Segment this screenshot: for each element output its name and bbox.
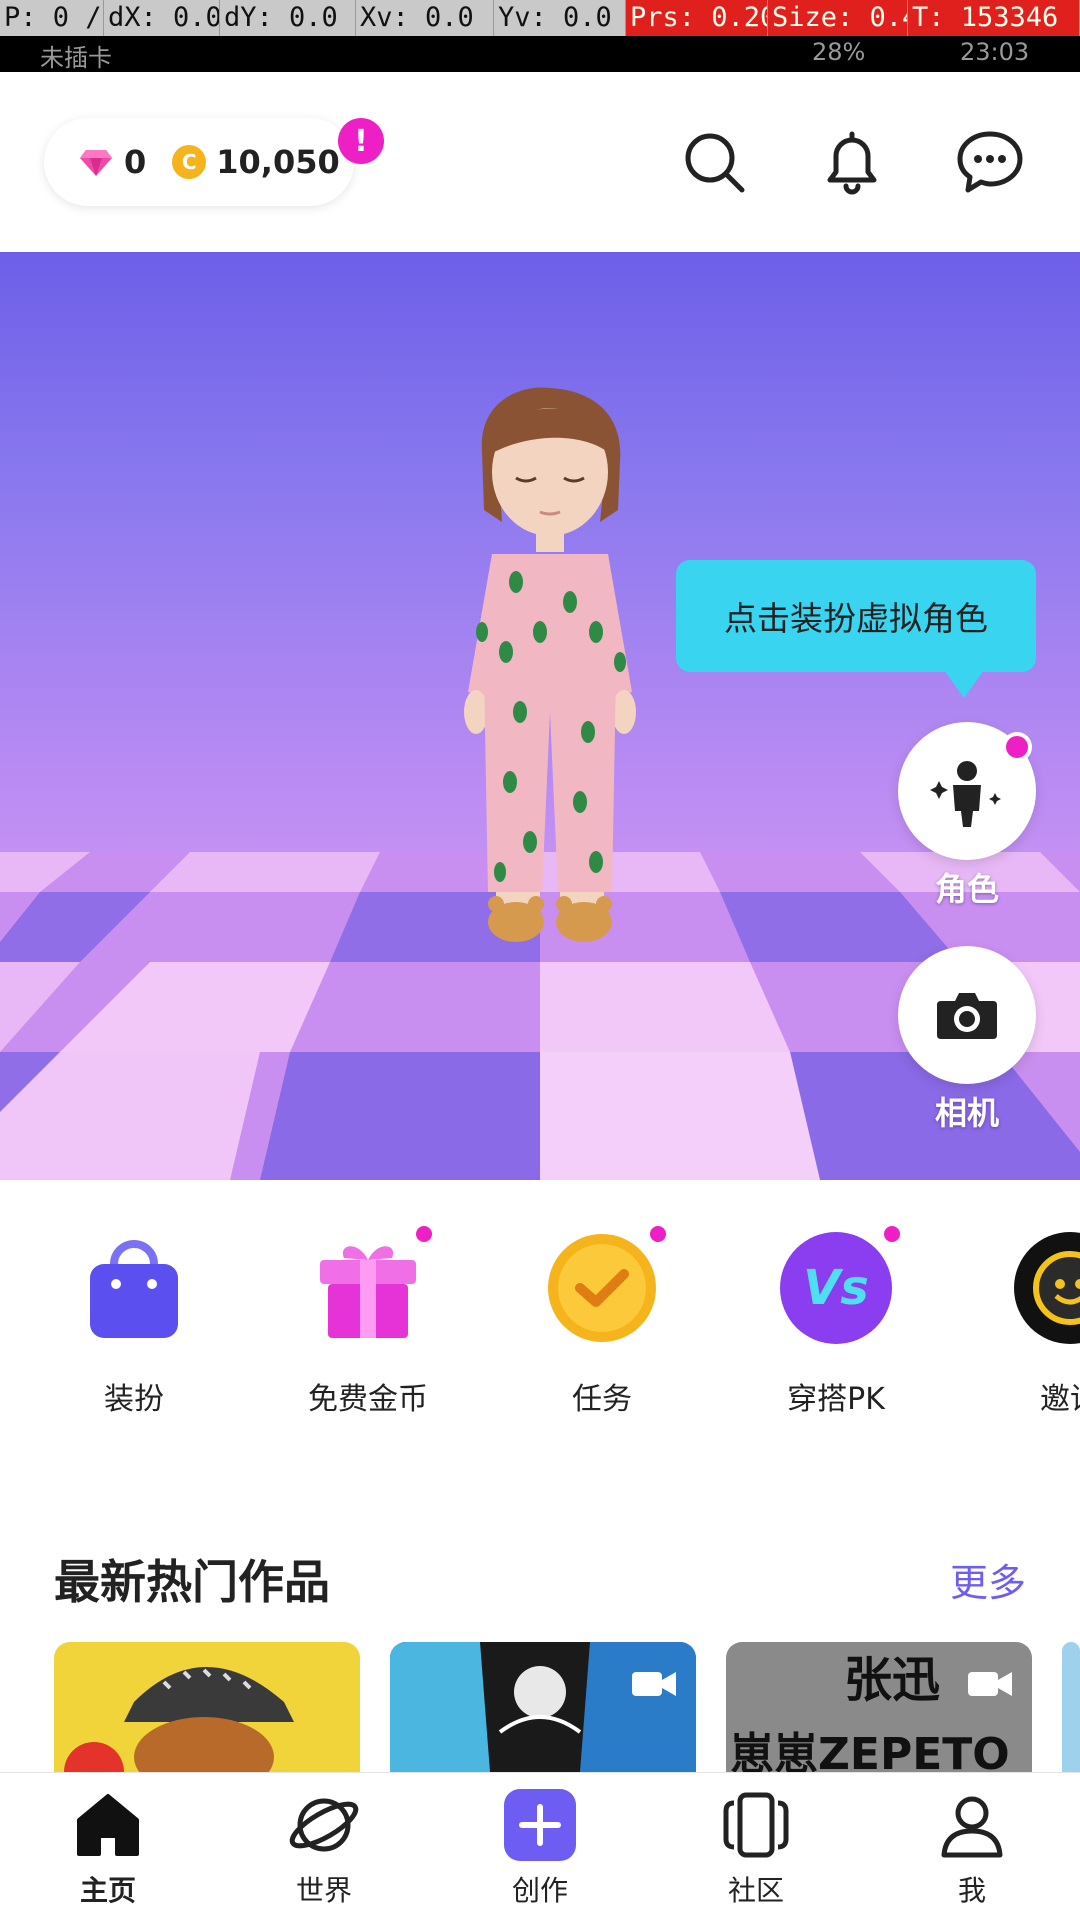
nav-label: 我 (957, 1874, 986, 1907)
quick-action-label: 免费金币 (308, 1382, 428, 1417)
pointer-debug-overlay: P: 0 / 1 dX: 0.0 dY: 0.0 Xv: 0.0 Yv: 0.0… (0, 0, 1080, 36)
top-header: 0 C 10,050 ! (0, 72, 1080, 252)
profile-icon (941, 1796, 1003, 1858)
work-thumbnail-partial[interactable] (1062, 1642, 1080, 1772)
clock-text: 23:03 (960, 38, 1030, 66)
battery-text: 28% (812, 38, 866, 66)
character-label: 角色 (934, 870, 999, 908)
avatar-character[interactable] (420, 382, 680, 942)
chat-icon[interactable] (954, 126, 1026, 198)
quick-action-dress-up[interactable]: 装扮 (34, 1230, 234, 1418)
wallet-pill[interactable]: 0 C 10,050 (44, 118, 354, 206)
debug-xv: Xv: 0.0 (356, 0, 494, 36)
nav-label: 创作 (511, 1874, 568, 1907)
quick-action-label: 任务 (572, 1382, 632, 1417)
invite-icon (1014, 1232, 1080, 1344)
section-title: 最新热门作品 (54, 1555, 330, 1609)
bell-icon[interactable] (816, 126, 888, 198)
home-icon (77, 1794, 139, 1856)
task-check-icon (548, 1234, 656, 1342)
avatar-stage[interactable]: 点击装扮虚拟角色 角色 相机 (0, 252, 1080, 1180)
video-icon (632, 1672, 676, 1696)
dress-up-tooltip[interactable]: 点击装扮虚拟角色 (676, 560, 1036, 698)
coin-count: 10,050 (216, 143, 340, 181)
nav-label: 世界 (295, 1874, 352, 1907)
quick-action-tasks[interactable]: 任务 (502, 1226, 702, 1418)
nav-community[interactable]: 社区 (676, 1787, 836, 1909)
carrier-text: 未插卡 (40, 44, 112, 72)
nav-label: 主页 (79, 1874, 136, 1907)
debug-dx: dX: 0.0 (104, 0, 220, 36)
coin-icon: C (172, 145, 207, 179)
work-thumbnail[interactable]: 张迅 崽崽ZEPETO (726, 1642, 1032, 1772)
nav-label: 社区 (727, 1874, 784, 1907)
search-icon[interactable] (678, 126, 750, 198)
quick-action-outfit-pk[interactable]: Vs 穿搭PK (736, 1226, 936, 1418)
quick-action-label: 穿搭PK (787, 1382, 885, 1417)
work-caption: 崽崽ZEPETO (730, 1729, 1010, 1772)
nav-me[interactable]: 我 (892, 1787, 1052, 1909)
alert-badge[interactable]: ! (338, 118, 384, 164)
debug-size: Size: 0.40 (768, 0, 908, 36)
work-image (390, 1642, 696, 1772)
shopping-bag-icon (90, 1240, 178, 1338)
debug-pointer: P: 0 / 1 (0, 0, 104, 36)
camera-icon (937, 993, 997, 1039)
debug-dy: dY: 0.0 (220, 0, 356, 36)
gift-icon (320, 1246, 416, 1338)
gem-count: 0 (124, 143, 147, 181)
notify-dot (884, 1226, 900, 1242)
debug-time: T: 153346 (908, 0, 1080, 36)
notify-dot (416, 1226, 432, 1242)
create-plus-icon (504, 1789, 576, 1861)
quick-actions-row: 装扮 免费金币 任务 Vs 穿搭PK 邀 (0, 1180, 1080, 1440)
planet-icon (289, 1798, 359, 1852)
work-image (64, 1667, 294, 1772)
gem-icon (80, 150, 112, 176)
nav-world[interactable]: 世界 (244, 1787, 404, 1909)
nav-home[interactable]: 主页 (28, 1787, 188, 1909)
more-link[interactable]: 更多 (950, 1552, 1026, 1607)
quick-action-free-coins[interactable]: 免费金币 (268, 1226, 468, 1418)
debug-yv: Yv: 0.0 (494, 0, 626, 36)
work-thumbnail[interactable] (54, 1642, 360, 1772)
nav-create[interactable]: 创作 (460, 1787, 620, 1909)
character-sparkle-icon (930, 761, 1001, 827)
quick-action-label: 邀请 (1040, 1382, 1080, 1417)
quick-action-invite[interactable]: 邀请 (970, 1230, 1080, 1418)
vs-text: Vs (803, 1260, 869, 1316)
notify-dot (650, 1226, 666, 1242)
character-notify-dot (1002, 732, 1032, 762)
work-thumbnail[interactable] (390, 1642, 696, 1772)
quick-action-label: 装扮 (104, 1382, 164, 1417)
camera-label: 相机 (934, 1094, 999, 1132)
video-icon (968, 1672, 1012, 1696)
work-top-text: 张迅 (844, 1652, 941, 1708)
vs-icon: Vs (780, 1232, 892, 1344)
community-cards-icon (723, 1792, 789, 1858)
debug-pressure: Prs: 0.20 (626, 0, 768, 36)
status-bar: 未插卡 28% 23:03 (0, 36, 1080, 72)
bottom-navigation: 主页 世界 创作 社区 我 (0, 1772, 1080, 1920)
camera-button[interactable] (898, 946, 1036, 1084)
